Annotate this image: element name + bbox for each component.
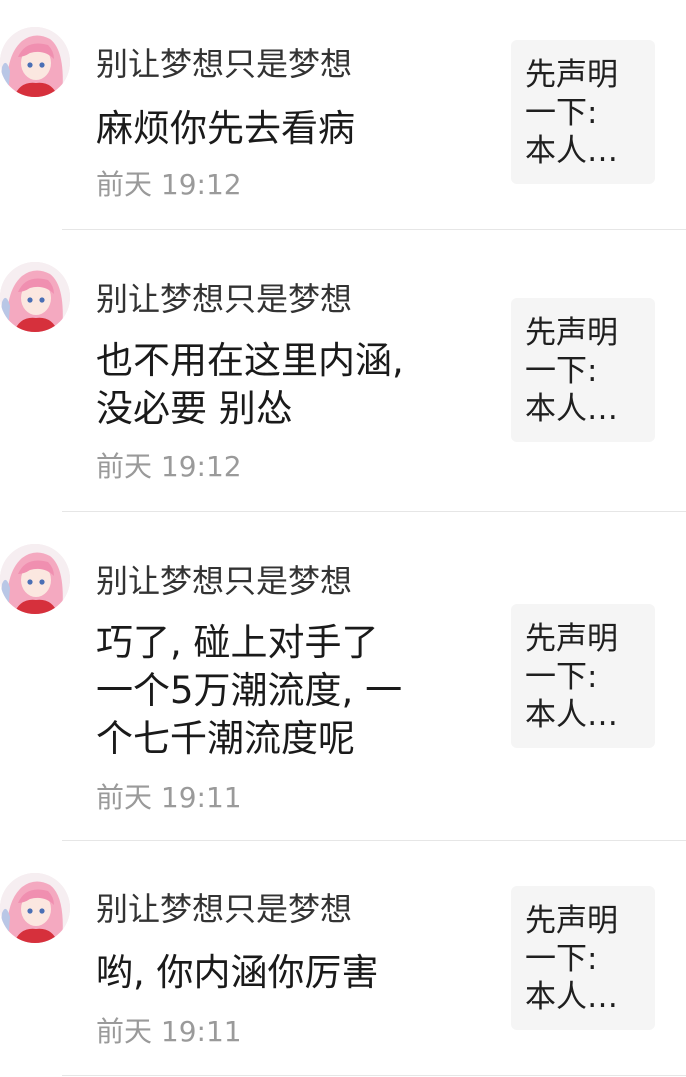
referenced-post-preview[interactable]: 先声明 一下: 本人…: [511, 604, 655, 748]
divider: [62, 1075, 686, 1076]
username[interactable]: 别让梦想只是梦想: [96, 889, 352, 929]
comment-text-line: 一个5万潮流度, 一: [96, 669, 403, 712]
referenced-post-line: 先声明: [525, 903, 618, 939]
comment-text-line: 巧了, 碰上对手了: [96, 621, 379, 664]
avatar-icon[interactable]: [0, 544, 70, 614]
referenced-post-line: 一下:: [525, 353, 598, 389]
comment-text: 哟, 你内涵你厉害: [96, 949, 496, 997]
referenced-post-line: 本人…: [525, 697, 618, 733]
avatar-icon[interactable]: [0, 27, 70, 97]
username[interactable]: 别让梦想只是梦想: [96, 561, 352, 601]
comment-text-line: 哟, 你内涵你厉害: [96, 951, 379, 994]
avatar-icon[interactable]: [0, 262, 70, 332]
username[interactable]: 别让梦想只是梦想: [96, 279, 352, 319]
referenced-post-line: 先声明: [525, 621, 618, 657]
timestamp: 前天 19:12: [96, 450, 242, 483]
comment-text-line: 麻烦你先去看病: [96, 107, 355, 150]
avatar-icon[interactable]: [0, 873, 70, 943]
comment-list: 别让梦想只是梦想 麻烦你先去看病 前天 19:12 先声明 一下: 本人… 别让…: [0, 0, 686, 1077]
referenced-post-preview[interactable]: 先声明 一下: 本人…: [511, 886, 655, 1030]
comment-text: 也不用在这里内涵, 没必要 别怂: [96, 337, 496, 433]
comment-text: 麻烦你先去看病: [96, 105, 496, 153]
comment-text-line: 没必要 别怂: [96, 387, 293, 430]
timestamp: 前天 19:11: [96, 1015, 242, 1048]
referenced-post-line: 本人…: [525, 979, 618, 1015]
divider: [62, 511, 686, 512]
referenced-post-preview[interactable]: 先声明 一下: 本人…: [511, 40, 655, 184]
timestamp: 前天 19:12: [96, 168, 242, 201]
referenced-post-line: 一下:: [525, 659, 598, 695]
divider: [62, 840, 686, 841]
timestamp: 前天 19:11: [96, 781, 242, 814]
divider: [62, 229, 686, 230]
referenced-post-line: 先声明: [525, 57, 618, 93]
referenced-post-line: 本人…: [525, 391, 618, 427]
comment-text: 巧了, 碰上对手了 一个5万潮流度, 一 个七千潮流度呢: [96, 619, 496, 763]
comment-text-line: 也不用在这里内涵,: [96, 339, 404, 382]
referenced-post-line: 先声明: [525, 315, 618, 351]
comment-text-line: 个七千潮流度呢: [96, 717, 355, 760]
referenced-post-line: 一下:: [525, 95, 598, 131]
username[interactable]: 别让梦想只是梦想: [96, 44, 352, 84]
referenced-post-preview[interactable]: 先声明 一下: 本人…: [511, 298, 655, 442]
referenced-post-line: 一下:: [525, 941, 598, 977]
referenced-post-line: 本人…: [525, 133, 618, 169]
